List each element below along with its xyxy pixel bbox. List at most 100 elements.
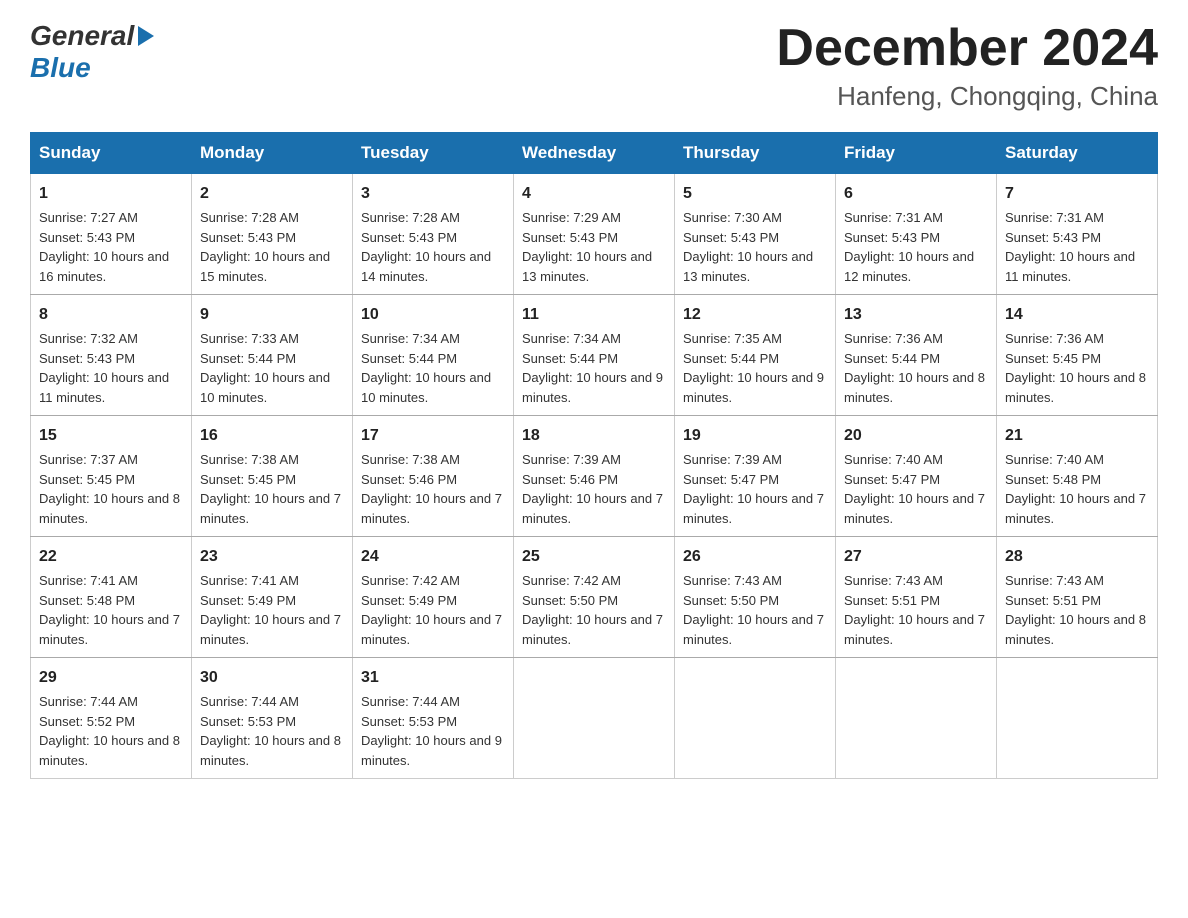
day-info: Sunrise: 7:38 AMSunset: 5:46 PMDaylight:… [361,452,502,526]
calendar-cell: 6 Sunrise: 7:31 AMSunset: 5:43 PMDaylight… [836,174,997,295]
day-info: Sunrise: 7:42 AMSunset: 5:49 PMDaylight:… [361,573,502,647]
day-number: 22 [39,545,183,569]
calendar-cell: 8Sunrise: 7:32 AMSunset: 5:43 PMDaylight… [31,295,192,416]
day-info: Sunrise: 7:43 AMSunset: 5:50 PMDaylight:… [683,573,824,647]
calendar-week-row: 1 Sunrise: 7:27 AMSunset: 5:43 PMDaylight… [31,174,1158,295]
day-number: 15 [39,424,183,448]
day-number: 7 [1005,182,1149,206]
day-info: Sunrise: 7:29 AMSunset: 5:43 PMDaylight:… [522,210,652,284]
calendar-week-row: 22 Sunrise: 7:41 AMSunset: 5:48 PMDayligh… [31,537,1158,658]
calendar-week-row: 8Sunrise: 7:32 AMSunset: 5:43 PMDaylight… [31,295,1158,416]
day-number: 25 [522,545,666,569]
calendar-week-row: 29 Sunrise: 7:44 AMSunset: 5:52 PMDayligh… [31,658,1158,779]
day-info: Sunrise: 7:40 AMSunset: 5:47 PMDaylight:… [844,452,985,526]
day-info: Sunrise: 7:27 AMSunset: 5:43 PMDaylight:… [39,210,169,284]
calendar-cell: 14 Sunrise: 7:36 AMSunset: 5:45 PMDayligh… [997,295,1158,416]
day-number: 19 [683,424,827,448]
location-title: Hanfeng, Chongqing, China [776,81,1158,112]
calendar-cell [997,658,1158,779]
day-number: 2 [200,182,344,206]
calendar-cell: 27Sunrise: 7:43 AMSunset: 5:51 PMDayligh… [836,537,997,658]
calendar-cell: 20 Sunrise: 7:40 AMSunset: 5:47 PMDayligh… [836,416,997,537]
calendar-header-friday: Friday [836,133,997,174]
calendar-header-thursday: Thursday [675,133,836,174]
calendar-cell: 10Sunrise: 7:34 AMSunset: 5:44 PMDayligh… [353,295,514,416]
day-number: 5 [683,182,827,206]
day-info: Sunrise: 7:30 AMSunset: 5:43 PMDaylight:… [683,210,813,284]
logo-arrow-icon [138,26,154,46]
day-number: 30 [200,666,344,690]
day-info: Sunrise: 7:41 AMSunset: 5:48 PMDaylight:… [39,573,180,647]
day-number: 26 [683,545,827,569]
day-info: Sunrise: 7:44 AMSunset: 5:53 PMDaylight:… [200,694,341,768]
day-info: Sunrise: 7:36 AMSunset: 5:44 PMDaylight:… [844,331,985,405]
calendar-cell: 5 Sunrise: 7:30 AMSunset: 5:43 PMDaylight… [675,174,836,295]
day-info: Sunrise: 7:40 AMSunset: 5:48 PMDaylight:… [1005,452,1146,526]
calendar-cell: 24 Sunrise: 7:42 AMSunset: 5:49 PMDayligh… [353,537,514,658]
day-number: 13 [844,303,988,327]
day-number: 18 [522,424,666,448]
day-number: 29 [39,666,183,690]
day-info: Sunrise: 7:44 AMSunset: 5:52 PMDaylight:… [39,694,180,768]
calendar-cell [675,658,836,779]
day-number: 3 [361,182,505,206]
day-info: Sunrise: 7:31 AMSunset: 5:43 PMDaylight:… [844,210,974,284]
day-info: Sunrise: 7:39 AMSunset: 5:47 PMDaylight:… [683,452,824,526]
day-info: Sunrise: 7:43 AMSunset: 5:51 PMDaylight:… [1005,573,1146,647]
calendar-cell: 11 Sunrise: 7:34 AMSunset: 5:44 PMDayligh… [514,295,675,416]
calendar-cell [836,658,997,779]
calendar-cell: 31 Sunrise: 7:44 AMSunset: 5:53 PMDayligh… [353,658,514,779]
calendar-header-sunday: Sunday [31,133,192,174]
calendar-cell: 7 Sunrise: 7:31 AMSunset: 5:43 PMDaylight… [997,174,1158,295]
day-number: 8 [39,303,183,327]
day-number: 11 [522,303,666,327]
calendar-cell: 22 Sunrise: 7:41 AMSunset: 5:48 PMDayligh… [31,537,192,658]
day-info: Sunrise: 7:36 AMSunset: 5:45 PMDaylight:… [1005,331,1146,405]
day-number: 16 [200,424,344,448]
calendar-cell: 25 Sunrise: 7:42 AMSunset: 5:50 PMDayligh… [514,537,675,658]
day-number: 4 [522,182,666,206]
calendar-cell: 17Sunrise: 7:38 AMSunset: 5:46 PMDayligh… [353,416,514,537]
month-title: December 2024 [776,20,1158,77]
calendar-cell [514,658,675,779]
calendar-cell: 9 Sunrise: 7:33 AMSunset: 5:44 PMDaylight… [192,295,353,416]
calendar-header-tuesday: Tuesday [353,133,514,174]
calendar-header-saturday: Saturday [997,133,1158,174]
calendar-cell: 30 Sunrise: 7:44 AMSunset: 5:53 PMDayligh… [192,658,353,779]
day-number: 12 [683,303,827,327]
calendar-cell: 16 Sunrise: 7:38 AMSunset: 5:45 PMDayligh… [192,416,353,537]
logo-general-text: General [30,20,134,52]
calendar-header-monday: Monday [192,133,353,174]
day-info: Sunrise: 7:42 AMSunset: 5:50 PMDaylight:… [522,573,663,647]
day-info: Sunrise: 7:44 AMSunset: 5:53 PMDaylight:… [361,694,502,768]
day-number: 20 [844,424,988,448]
calendar-cell: 4 Sunrise: 7:29 AMSunset: 5:43 PMDaylight… [514,174,675,295]
title-section: December 2024 Hanfeng, Chongqing, China [776,20,1158,112]
day-number: 31 [361,666,505,690]
day-number: 1 [39,182,183,206]
calendar-cell: 26 Sunrise: 7:43 AMSunset: 5:50 PMDayligh… [675,537,836,658]
day-info: Sunrise: 7:31 AMSunset: 5:43 PMDaylight:… [1005,210,1135,284]
calendar-cell: 3 Sunrise: 7:28 AMSunset: 5:43 PMDaylight… [353,174,514,295]
calendar-cell: 29 Sunrise: 7:44 AMSunset: 5:52 PMDayligh… [31,658,192,779]
calendar-cell: 2 Sunrise: 7:28 AMSunset: 5:43 PMDaylight… [192,174,353,295]
calendar-cell: 15Sunrise: 7:37 AMSunset: 5:45 PMDayligh… [31,416,192,537]
day-info: Sunrise: 7:34 AMSunset: 5:44 PMDaylight:… [522,331,663,405]
day-info: Sunrise: 7:28 AMSunset: 5:43 PMDaylight:… [361,210,491,284]
calendar-cell: 18Sunrise: 7:39 AMSunset: 5:46 PMDayligh… [514,416,675,537]
calendar-cell: 13 Sunrise: 7:36 AMSunset: 5:44 PMDayligh… [836,295,997,416]
day-info: Sunrise: 7:33 AMSunset: 5:44 PMDaylight:… [200,331,330,405]
day-info: Sunrise: 7:38 AMSunset: 5:45 PMDaylight:… [200,452,341,526]
day-number: 6 [844,182,988,206]
calendar-header-wednesday: Wednesday [514,133,675,174]
logo: General Blue [30,20,154,84]
day-number: 9 [200,303,344,327]
calendar-cell: 21Sunrise: 7:40 AMSunset: 5:48 PMDayligh… [997,416,1158,537]
day-number: 24 [361,545,505,569]
day-info: Sunrise: 7:28 AMSunset: 5:43 PMDaylight:… [200,210,330,284]
calendar-cell: 19 Sunrise: 7:39 AMSunset: 5:47 PMDayligh… [675,416,836,537]
day-number: 27 [844,545,988,569]
day-info: Sunrise: 7:41 AMSunset: 5:49 PMDaylight:… [200,573,341,647]
day-number: 14 [1005,303,1149,327]
day-number: 28 [1005,545,1149,569]
